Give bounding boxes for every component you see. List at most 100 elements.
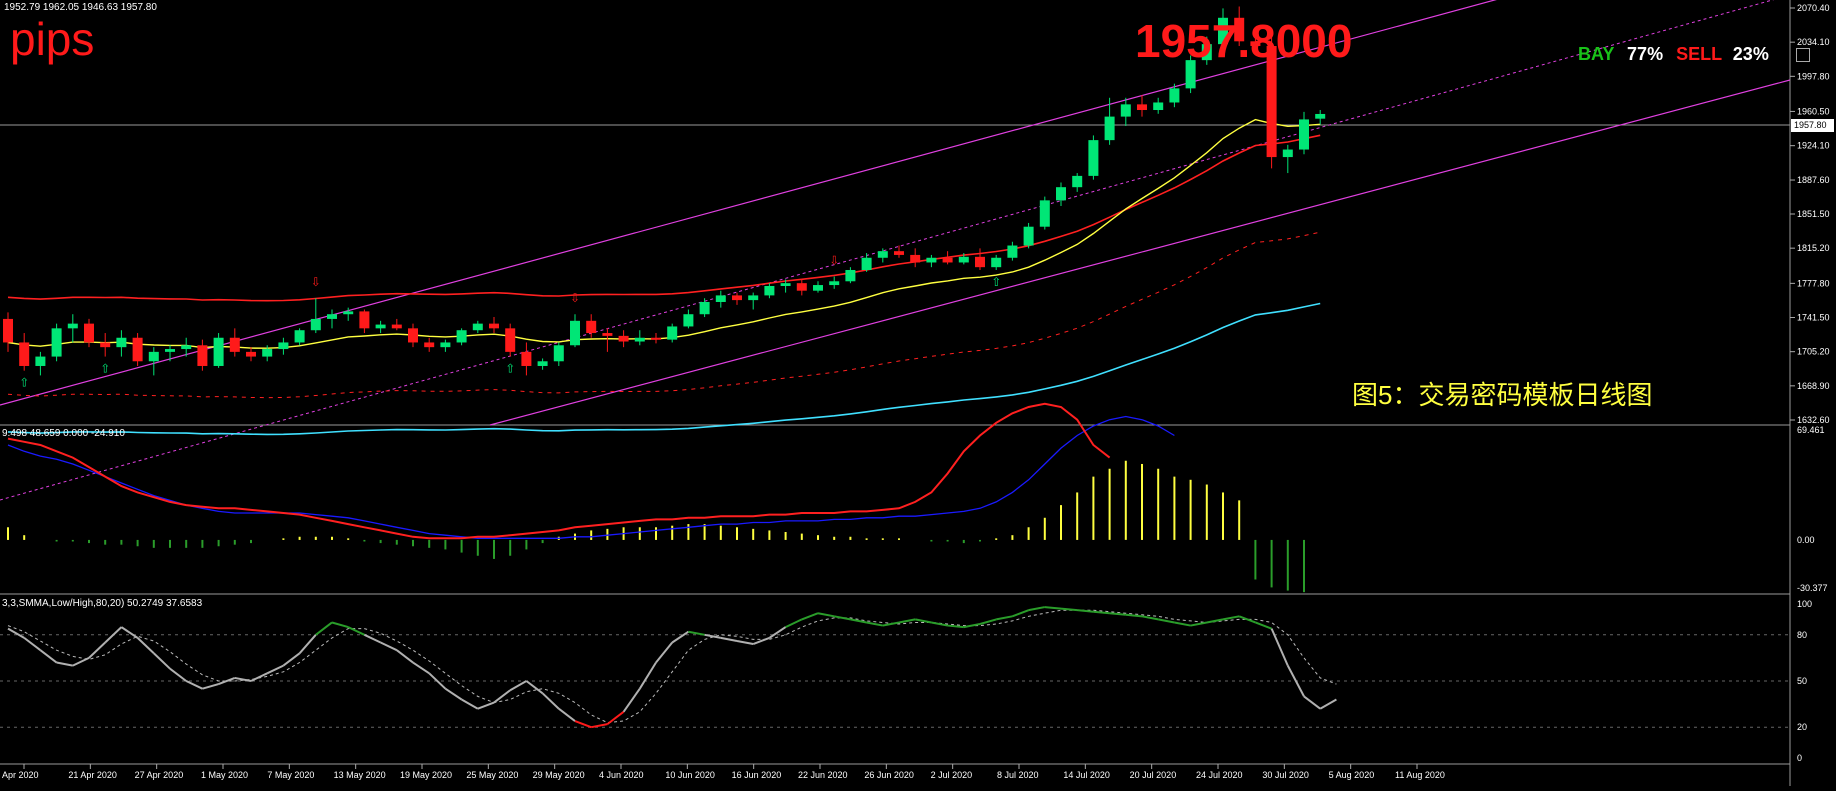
candle-body [440, 342, 451, 348]
price-tick-label: 1924.10 [1797, 141, 1830, 151]
date-tick-label: 4 Jun 2020 [599, 770, 644, 780]
sell-label: SELL [1676, 44, 1722, 64]
candle [51, 323, 62, 362]
candle-body [132, 337, 143, 362]
candle-body [537, 361, 548, 366]
candle-body [521, 351, 532, 366]
date-tick-label: 29 May 2020 [533, 770, 585, 780]
price-tick-label: 1741.50 [1797, 313, 1830, 323]
candle-body [3, 318, 13, 343]
candle-body [634, 337, 645, 342]
candle-body [246, 351, 256, 357]
candle-body [570, 320, 580, 346]
candle [1039, 196, 1050, 230]
signal-arrow-down-icon: ⇩ [829, 254, 839, 268]
candle-body [829, 281, 840, 286]
price-tick-label: 2070.40 [1797, 3, 1830, 13]
candle-body [100, 342, 111, 348]
candle-body [197, 345, 208, 366]
candle [1088, 135, 1099, 180]
candle-body [262, 349, 273, 357]
price-tick-label: 1997.80 [1797, 71, 1830, 81]
candle-body [1282, 149, 1293, 158]
buy-label: BAY [1578, 44, 1615, 64]
candle-body [472, 323, 483, 331]
candle-body [764, 285, 775, 296]
big-price-label: 1957.8000 [1135, 15, 1353, 67]
candle-body [116, 337, 127, 348]
candle-body [894, 251, 904, 255]
price-tick-label: 1668.90 [1797, 381, 1830, 391]
candle-body [991, 257, 1002, 268]
candle-body [67, 323, 78, 329]
buy-pct: 77% [1627, 44, 1664, 64]
stoch-tick-label: 80 [1797, 630, 1807, 640]
candle-body [942, 257, 953, 263]
candle-body [343, 311, 354, 315]
candle-body [408, 328, 418, 343]
candle [132, 333, 143, 366]
stoch-header: 3,3,SMMA,Low/High,80,20) 50.2749 37.6583 [2, 598, 203, 609]
candle-body [618, 335, 629, 342]
chart-scroll-button[interactable] [1796, 48, 1810, 62]
signal-arrow-down-icon: ⇩ [570, 291, 580, 305]
stoch-tick-label: 100 [1797, 599, 1812, 609]
current-price-tag: 1957.80 [1791, 119, 1834, 132]
candle-body [748, 295, 759, 301]
candle-body [1072, 175, 1083, 188]
candle-body [1007, 245, 1018, 258]
pips-label: pips [10, 13, 95, 65]
candle-body [732, 295, 742, 301]
date-tick-label: 16 Jun 2020 [732, 770, 782, 780]
candle [667, 323, 678, 343]
candle-body [845, 269, 856, 282]
candle-body [1039, 200, 1050, 227]
candle-body [310, 318, 321, 331]
date-tick-label: 10 Jun 2020 [665, 770, 715, 780]
candle-body [1088, 140, 1099, 176]
candle-body [294, 330, 305, 343]
date-tick-label: 1 May 2020 [201, 770, 248, 780]
signal-arrow-down-icon: ⇩ [311, 275, 321, 289]
date-tick-label: 2 Jul 2020 [931, 770, 973, 780]
candle-body [910, 254, 921, 263]
candle-body [424, 342, 435, 348]
candle [1023, 222, 1034, 249]
candle-body [213, 337, 224, 366]
candle-body [35, 356, 46, 366]
signal-arrow-up-icon: ⇧ [505, 362, 515, 376]
stoch-tick-label: 20 [1797, 722, 1807, 732]
sentiment-panel: BAY 77% SELL 23% [1578, 44, 1769, 65]
candle-body [1023, 226, 1034, 246]
candle-body [229, 337, 240, 352]
candle-body [489, 323, 499, 329]
price-tick-label: 1815.20 [1797, 243, 1830, 253]
macd-header: 9.498 48.659 0.000 -24.910 [2, 428, 125, 439]
candle-body [278, 342, 289, 350]
price-tick-label: 1705.20 [1797, 347, 1830, 357]
candle-body [84, 323, 94, 343]
date-tick-label: 5 Aug 2020 [1329, 770, 1375, 780]
date-tick-label: 22 Jun 2020 [798, 770, 848, 780]
candle-body [651, 337, 661, 340]
date-tick-label: 11 Aug 2020 [1395, 770, 1445, 780]
candle-body [327, 314, 337, 319]
chart-caption: 图5：交易密码模板日线图 [1352, 380, 1653, 410]
candle-body [1056, 187, 1066, 201]
candle-body [586, 320, 597, 334]
candle-body [165, 349, 175, 352]
candle-body [181, 345, 192, 350]
signal-arrow-up-icon: ⇧ [100, 362, 110, 376]
candle [213, 333, 224, 368]
candle-body [861, 257, 872, 270]
candle-body [780, 283, 791, 286]
date-tick-label: 24 Jul 2020 [1196, 770, 1243, 780]
candle-body [958, 256, 969, 263]
price-tick-label: 1960.50 [1797, 106, 1830, 116]
candle-body [667, 326, 678, 340]
stoch-tick-label: 50 [1797, 676, 1807, 686]
candle-body [699, 301, 710, 315]
date-tick-label: 8 Jul 2020 [997, 770, 1039, 780]
price-tick-label: 2034.10 [1797, 37, 1830, 47]
date-tick-label: 20 Jul 2020 [1130, 770, 1177, 780]
